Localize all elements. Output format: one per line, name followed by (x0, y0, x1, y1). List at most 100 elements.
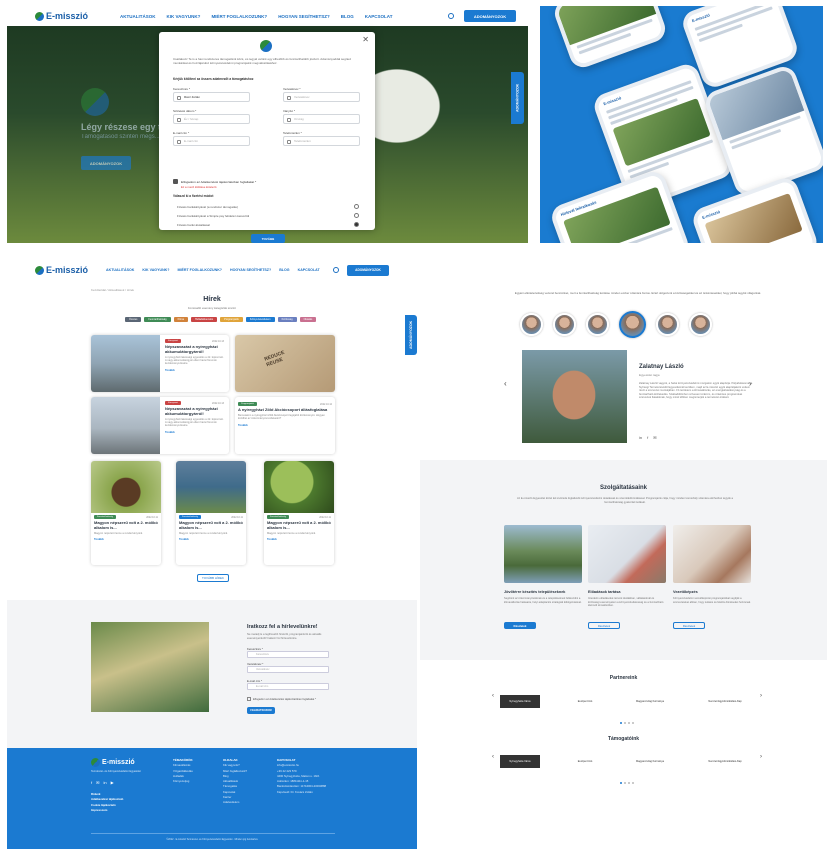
radio-icon[interactable] (354, 204, 359, 209)
news-title[interactable]: A nyíregyházi Zöld Akciócsoport állásfog… (235, 407, 335, 413)
filter-chip[interactable]: Fenntarthatóság (144, 317, 171, 322)
avatar[interactable] (553, 313, 576, 336)
nav-item-kapcsolat[interactable]: KAPCSOLAT (298, 268, 320, 272)
avatar[interactable] (586, 313, 609, 336)
news-title[interactable]: Magyon népszerű volt a 2. mólikó alkalom… (91, 520, 161, 531)
filter-chip[interactable]: Hulladékkezelés (190, 317, 218, 322)
supporter-logo[interactable]: Európai Unió (570, 755, 600, 768)
nav-item-kik-vagyunk[interactable]: KIK VAGYUNK? (167, 14, 201, 19)
logo[interactable]: E-misszió (35, 265, 88, 275)
hero-donate-button[interactable]: ADOMÁNYOZOK (81, 156, 131, 170)
email-icon[interactable]: ✉ (653, 435, 656, 440)
supporter-logo[interactable]: Nyíregyháza Város (500, 755, 540, 768)
partner-logo[interactable]: Nemzeti Együttműködési Alap (700, 695, 750, 708)
logo[interactable]: E-misszió (35, 11, 88, 21)
avatar-selected[interactable] (619, 311, 646, 338)
avatar[interactable] (656, 313, 679, 336)
news-card[interactable]: Fenntarthatóság 2022.10.11 Magyon népszer… (91, 461, 161, 565)
service-card: Jövőtérre készítés településeknek Segítü… (504, 525, 582, 629)
donate-button[interactable]: ADOMÁNYOZOK (347, 264, 389, 276)
footer-logo[interactable]: E-misszió (91, 758, 135, 767)
read-more-link[interactable]: Tovább (235, 422, 335, 428)
news-card[interactable]: Fenntarthatóság 2022.10.11 Magyon népszer… (264, 461, 334, 565)
news-title[interactable]: Magyon népszerű volt a 2. mólikó alkalom… (176, 520, 246, 531)
side-donate-tab[interactable]: ADOMÁNYOZOK (511, 72, 524, 124)
nav-item-kik-vagyunk[interactable]: KIK VAGYUNK? (142, 268, 169, 272)
linkedin-icon[interactable]: in (639, 435, 642, 440)
partner-logo[interactable]: Magyarország Kormánya (630, 695, 670, 708)
nav-item-hogyan[interactable]: HOGYAN SEGÍTHETSZ? (278, 14, 330, 19)
filter-chip[interactable]: Környezetvédelem (245, 317, 275, 322)
radio-selected-icon[interactable] (354, 222, 359, 227)
radio-icon[interactable] (354, 213, 359, 218)
newsletter-consent[interactable]: Elfogadom az Adatkezelési tájékoztatóban… (247, 697, 316, 701)
supporter-logo[interactable]: Nemzeti Együttműködési Alap (700, 755, 750, 768)
facebook-icon[interactable]: f (647, 435, 648, 440)
filter-chip[interactable]: Programjaink (220, 317, 243, 322)
close-icon[interactable]: ✕ (362, 35, 369, 44)
payment-option-transfer[interactable]: Fizetés banki átutalással (177, 222, 359, 227)
search-icon[interactable] (333, 267, 339, 273)
news-title[interactable]: Népszavazást a nyíregyházi akkumulátorgy… (162, 406, 227, 417)
read-more-link[interactable]: Tovább (162, 367, 227, 373)
newsletter-text: Ne maradj le a legfrissebb hírekről, pro… (247, 633, 322, 640)
news-card[interactable]: Környezet 2022.10.13 Népszavazást a nyíre… (91, 335, 229, 392)
more-news-button[interactable]: TOVÁBB HÍREK (197, 574, 229, 582)
news-card[interactable]: Környezet 2022.10.13 Népszavazást a nyíre… (91, 397, 229, 454)
side-donate-tab[interactable]: ADOMÁNYOZOK (405, 315, 417, 355)
nav-item-aktualitasok[interactable]: AKTUALITÁSOK (120, 14, 156, 19)
supporter-logo[interactable]: Magyarország Kormánya (630, 755, 670, 768)
partner-logo[interactable]: Nyíregyháza Város (500, 695, 540, 708)
avatar[interactable] (689, 313, 712, 336)
nav-item-hogyan[interactable]: HOGYAN SEGÍTHETSZ? (230, 268, 271, 272)
service-details-button[interactable]: Részletek (673, 622, 705, 629)
newsletter-first-name: Keresztnév * Keresztnév (247, 647, 329, 658)
calendar-icon (177, 117, 181, 122)
filter-chip[interactable]: Klíma (173, 317, 188, 322)
payment-option-card[interactable]: Fizetés bankkártyával (a rendszer támoga… (177, 204, 359, 209)
read-more-link[interactable]: Tovább (162, 429, 227, 435)
nav-item-blog[interactable]: BLOG (279, 268, 289, 272)
team-services-panel: Egyéni elkötelezettség vezérel bennünket… (420, 255, 827, 849)
chevron-left-icon[interactable]: ‹ (504, 379, 507, 388)
read-more-link[interactable]: Tovább (91, 536, 161, 542)
read-more-link[interactable]: Tovább (264, 536, 334, 542)
avatar[interactable] (520, 313, 543, 336)
footer-divider (91, 833, 335, 834)
consent-checkbox[interactable]: Elfogadom az Adatkezelési tájékoztatóban… (173, 179, 256, 184)
youtube-icon[interactable]: ▶ (111, 780, 114, 785)
footer-contact: KAPCSOLAT info@emisszio.hu +36 42 423 579… (277, 758, 327, 794)
filter-chip[interactable]: Oktatás (299, 317, 317, 322)
service-details-button[interactable]: Részletek (504, 622, 536, 629)
filter-chip[interactable]: Összes (125, 317, 142, 322)
news-title[interactable]: Népszavazást a nyíregyházi akkumulátorgy… (162, 344, 227, 355)
news-card[interactable]: Programjaink 2022.10.12 A nyíregyházi Zöl… (235, 397, 335, 454)
news-card[interactable]: Fenntarthatóság 2022.10.11 Magyon népszer… (176, 461, 246, 565)
filter-chip[interactable]: Közösség (277, 317, 297, 322)
nav-item-blog[interactable]: BLOG (341, 14, 354, 19)
nav-item-aktualitasok[interactable]: AKTUALITÁSOK (106, 268, 134, 272)
nav-item-kapcsolat[interactable]: KAPCSOLAT (365, 14, 393, 19)
payment-option-simplepay[interactable]: Fizetés bankkártyával a Simple pay felül… (177, 213, 359, 218)
modal-submit-button[interactable]: TOVÁBB (251, 234, 285, 243)
chevron-left-icon[interactable]: ‹ (492, 693, 494, 699)
service-details-button[interactable]: Részletek (588, 622, 620, 629)
hero-subtitle: Támogatásod szintén megs... (81, 134, 160, 140)
location-icon (287, 117, 291, 122)
partner-logo[interactable]: Európai Unió (570, 695, 600, 708)
linkedin-icon[interactable]: in (103, 780, 106, 785)
nav-item-miert[interactable]: MIÉRT FOGLALKOZUNK? (211, 14, 267, 19)
email-icon[interactable]: ✉ (96, 780, 99, 785)
news-image-card[interactable]: REDUCE REUSE (235, 335, 335, 392)
search-icon[interactable] (448, 13, 454, 19)
news-title[interactable]: Magyon népszerű volt a 2. mólikó alkalom… (264, 520, 334, 531)
chevron-left-icon[interactable]: ‹ (492, 754, 494, 760)
donate-button[interactable]: ADOMÁNYOZOK (464, 10, 516, 22)
read-more-link[interactable]: Tovább (176, 536, 246, 542)
checkbox-icon[interactable] (247, 697, 251, 701)
chevron-right-icon[interactable]: › (760, 693, 762, 699)
chevron-right-icon[interactable]: › (760, 754, 762, 760)
nav-item-miert[interactable]: MIÉRT FOGLALKOZUNK? (177, 268, 222, 272)
subscribe-button[interactable]: FELIRATKOZOM (247, 707, 275, 714)
facebook-icon[interactable]: f (91, 780, 92, 785)
